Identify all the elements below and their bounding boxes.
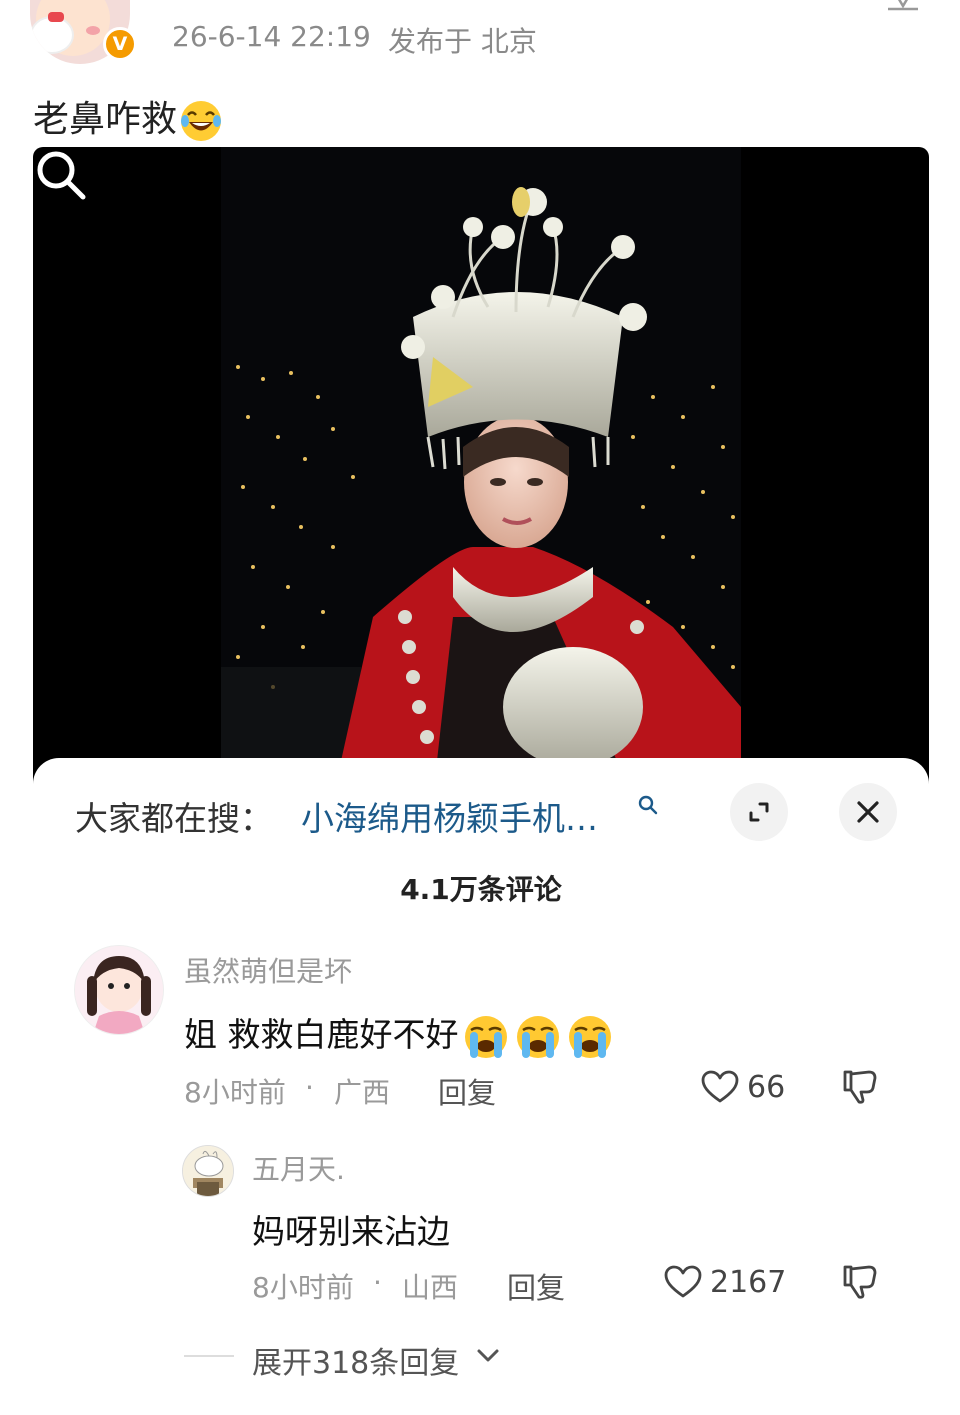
- verified-badge-icon: V: [103, 27, 137, 61]
- dislike-icon[interactable]: [841, 1263, 879, 1299]
- reply-region: 山西: [402, 1271, 459, 1304]
- commenter-avatar[interactable]: [74, 945, 164, 1035]
- crying-emoji-icon: [516, 1015, 559, 1058]
- like-count: 2167: [710, 1265, 787, 1300]
- expand-button[interactable]: [730, 783, 788, 841]
- post-header: V 26-6-14 22:19 发布于 北京: [0, 0, 960, 70]
- comment-time: 8小时前: [184, 1076, 286, 1109]
- divider: [184, 1355, 234, 1357]
- laughing-tears-emoji-icon: [181, 101, 222, 141]
- post-timestamp: 26-6-14 22:19: [172, 20, 371, 53]
- meta-separator: ·: [373, 1266, 382, 1299]
- reply-button[interactable]: 回复: [507, 1265, 565, 1307]
- trending-search-link[interactable]: 小海绵用杨颖手机…: [301, 792, 598, 840]
- replier-avatar[interactable]: [182, 1145, 234, 1197]
- search-icon[interactable]: [33, 147, 89, 203]
- trending-label: 大家都在搜：: [75, 799, 273, 838]
- video-player[interactable]: [33, 147, 929, 797]
- commenter-name[interactable]: 虽然萌但是坏: [184, 950, 352, 990]
- post-text: 老鼻咋救: [33, 90, 223, 143]
- comment-text: 姐 救救白鹿好不好: [184, 1008, 615, 1060]
- post-location: 发布于 北京: [388, 25, 537, 58]
- comment-region: 广西: [334, 1076, 391, 1109]
- expand-replies-button[interactable]: 展开318条回复: [252, 1338, 459, 1382]
- like-count: 66: [747, 1070, 786, 1105]
- comments-sheet: 大家都在搜： 小海绵用杨颖手机… 4.1万条评论 虽然萌但是坏 姐 救救白鹿好不…: [33, 758, 929, 1415]
- close-button[interactable]: [839, 783, 897, 841]
- reply-button[interactable]: 回复: [438, 1070, 496, 1112]
- close-icon: [857, 801, 879, 823]
- crying-emoji-icon: [568, 1015, 611, 1058]
- replier-name[interactable]: 五月天.: [252, 1148, 345, 1188]
- crying-emoji-icon: [464, 1015, 507, 1058]
- star-icon[interactable]: [886, 0, 920, 12]
- heart-icon[interactable]: [701, 1070, 739, 1104]
- heart-icon[interactable]: [664, 1265, 702, 1299]
- chevron-down-icon[interactable]: [475, 1346, 501, 1366]
- expand-icon: [749, 802, 769, 822]
- video-frame-image: [221, 147, 741, 797]
- meta-separator: ·: [305, 1071, 314, 1104]
- comments-count: 4.1万条评论: [400, 873, 562, 906]
- dislike-icon[interactable]: [841, 1068, 879, 1104]
- reply-text: 妈呀别来沾边: [252, 1212, 450, 1251]
- reply-time: 8小时前: [252, 1271, 354, 1304]
- search-icon[interactable]: [637, 794, 659, 816]
